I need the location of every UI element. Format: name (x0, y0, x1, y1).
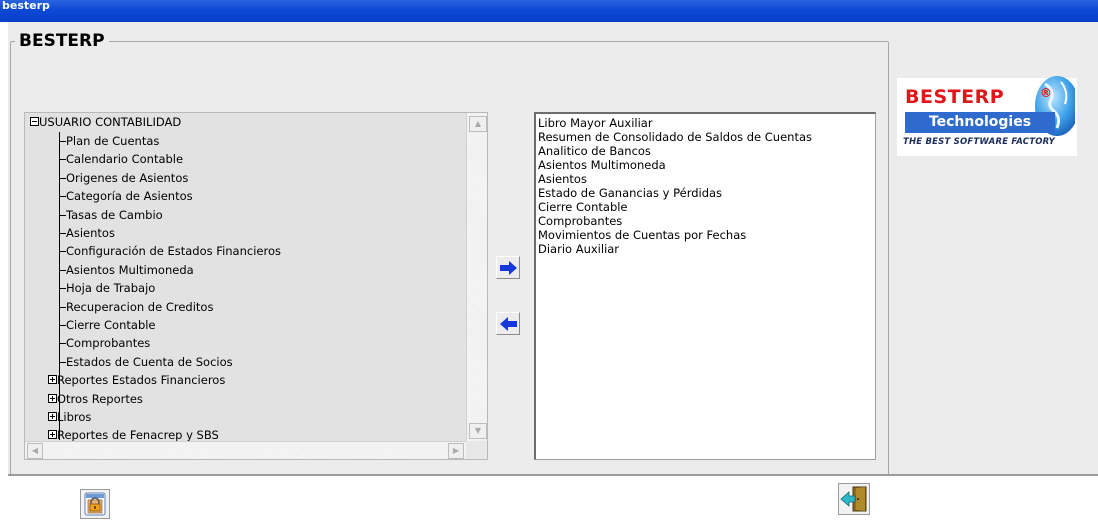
window-title: besterp (2, 0, 50, 12)
list-item[interactable]: Cierre Contable (538, 200, 875, 214)
tree-node-label: Tasas de Cambio (66, 207, 163, 222)
tree-branch-line (59, 251, 66, 253)
tree-branch-line (59, 269, 66, 271)
tree-vertical-scrollbar[interactable]: ▲ ▼ (466, 113, 487, 441)
tree-branch-line (59, 361, 66, 363)
tree-root-node[interactable]: USUARIO CONTABILIDAD (30, 113, 181, 131)
tree-branch-line (59, 306, 66, 308)
tree-node-label: Recuperacion de Creditos (66, 299, 214, 314)
list-item[interactable]: Movimientos de Cuentas por Fechas (538, 228, 875, 242)
tree-branch-line (59, 177, 66, 179)
tree-node-label: Cierre Contable (66, 318, 156, 332)
tree-node[interactable]: Configuración de Estados Financieros (25, 242, 281, 260)
tree-node-label: Asientos (66, 226, 115, 240)
tree-branch-line (59, 233, 66, 234)
tree-branch-line (59, 214, 66, 216)
lock-icon (81, 492, 109, 522)
tree-node-label: Origenes de Asientos (66, 170, 189, 185)
list-item[interactable]: Analitico de Bancos (538, 144, 875, 158)
group-title: BESTERP (15, 30, 109, 52)
scroll-corner (466, 441, 487, 459)
tree-branch-line (59, 141, 66, 142)
expand-icon[interactable] (48, 412, 57, 421)
tree-horizontal-scrollbar[interactable]: ◀ ▶ (25, 441, 466, 459)
scroll-up-button[interactable]: ▲ (469, 116, 487, 132)
tree-branch-line (59, 325, 66, 326)
collapse-icon[interactable] (30, 117, 39, 126)
expand-icon[interactable] (48, 430, 57, 440)
tree-node-label: USUARIO CONTABILIDAD (39, 115, 182, 129)
list-item[interactable]: Libro Mayor Auxiliar (538, 116, 875, 130)
list-item[interactable]: Diario Auxiliar (538, 242, 875, 256)
tree-node[interactable]: Plan de Cuentas (25, 132, 159, 150)
tree-node[interactable]: Hoja de Trabajo (25, 279, 155, 297)
window-titlebar: besterp (0, 0, 1098, 22)
list-item[interactable]: Resumen de Consolidado de Saldos de Cuen… (538, 130, 875, 144)
tree-node[interactable]: Tasas de Cambio (25, 206, 163, 224)
tree-node-label: Asientos Multimoneda (66, 262, 194, 277)
remove-item-button[interactable] (496, 312, 520, 335)
tree-node[interactable]: Asientos (25, 224, 115, 242)
tree-node-label: Reportes Estados Financieros (57, 373, 226, 388)
tree-node[interactable]: Cierre Contable (25, 316, 156, 334)
selected-reports-list[interactable]: Libro Mayor Auxiliar Resumen de Consolida… (534, 112, 876, 460)
list-item[interactable]: Estado de Ganancias y Pérdidas (538, 186, 875, 200)
scroll-down-button[interactable]: ▼ (469, 423, 487, 439)
tree-node[interactable]: Estados de Cuenta de Socios (25, 353, 233, 371)
list-item[interactable]: Comprobantes (538, 214, 875, 228)
bottom-toolbar (8, 476, 1098, 529)
tree-node-label: Categoría de Asientos (66, 189, 193, 204)
tree-branch-line (59, 343, 66, 345)
left-border (0, 22, 8, 529)
permissions-tree[interactable]: USUARIO CONTABILIDAD Plan de Cuentas Calen… (24, 112, 488, 460)
tree-node[interactable]: Categoría de Asientos (25, 187, 193, 205)
tree-node[interactable]: Origenes de Asientos (25, 169, 188, 187)
exit-button[interactable] (838, 483, 870, 515)
tree-node[interactable]: Comprobantes (25, 334, 150, 352)
scroll-right-button[interactable]: ▶ (448, 443, 464, 459)
exit-door-icon (839, 486, 869, 518)
tree-node-label: Libros (57, 410, 92, 424)
tree-node-label: Calendario Contable (66, 152, 184, 167)
tree-node-label: Comprobantes (66, 336, 151, 351)
tree-node-label: Hoja de Trabajo (66, 281, 156, 296)
tree-node[interactable]: Recuperacion de Creditos (25, 298, 213, 316)
list-item[interactable]: Asientos Multimoneda (538, 158, 875, 172)
add-item-button[interactable] (496, 256, 520, 279)
tree-node[interactable]: Calendario Contable (25, 150, 183, 168)
logo-registered-mark: ® (1040, 86, 1052, 100)
logo-name: BESTERP (905, 86, 1005, 108)
tree-branch-line (59, 288, 66, 290)
tree-node[interactable]: Otros Reportes (25, 390, 143, 408)
tree-node-label: Plan de Cuentas (66, 134, 160, 148)
logo-subtitle: Technologies (905, 112, 1055, 133)
lock-button[interactable] (80, 489, 110, 519)
besterp-logo: BESTERP ® Technologies THE BEST SOFTWARE… (897, 76, 1079, 156)
tree-node[interactable]: Libros (25, 408, 91, 426)
scroll-left-button[interactable]: ◀ (27, 443, 43, 459)
tree-node[interactable]: Reportes Estados Financieros (25, 371, 225, 389)
list-item[interactable]: Asientos (538, 172, 875, 186)
tree-branch-line (59, 196, 66, 198)
expand-icon[interactable] (48, 375, 57, 385)
tree-branch-line (59, 159, 66, 161)
logo-tagline: THE BEST SOFTWARE FACTORY (903, 137, 1055, 147)
tree-node-label: Configuración de Estados Financieros (66, 244, 281, 259)
tree-node-label: Estados de Cuenta de Socios (66, 354, 233, 369)
tree-node[interactable]: Asientos Multimoneda (25, 261, 194, 279)
expand-icon[interactable] (48, 393, 57, 403)
tree-node-label: Otros Reportes (57, 391, 143, 406)
